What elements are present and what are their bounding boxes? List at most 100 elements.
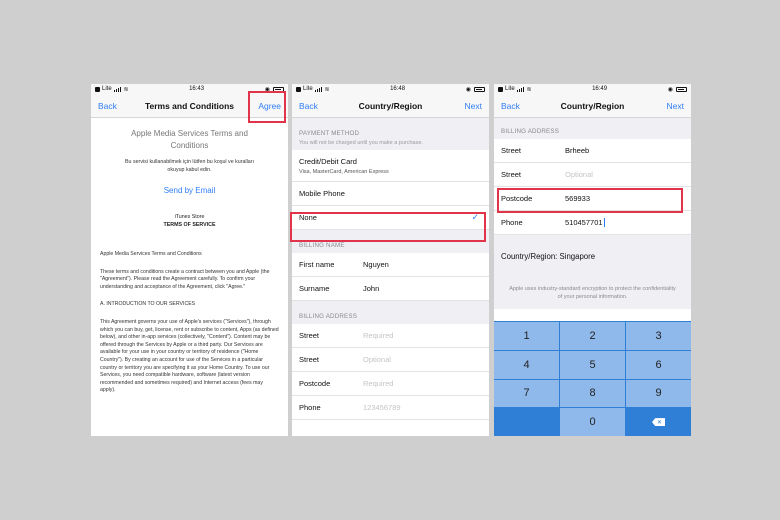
field-placeholder: Required [363,331,394,340]
field-label: Street [501,146,522,155]
battery-icon [675,86,687,92]
first-name-field[interactable]: First name Nguyen [292,253,489,277]
field-placeholder: Required [363,379,394,388]
postcode-field[interactable]: Postcode Required [292,372,489,396]
terms-paragraph: This Agreement governs your use of Apple… [100,318,279,394]
field-label: Postcode [299,379,331,388]
billing-address-screen: Lite ≋ 16:49 ◉ Back Country/Region Next … [494,84,691,436]
option-label: Mobile Phone [299,189,345,198]
signal-icon [113,86,122,92]
terms-paragraph: These terms and conditions create a cont… [100,268,270,290]
key-5[interactable]: 5 [560,350,625,379]
street2-field[interactable]: Street Optional [292,348,489,372]
store-line-1: iTunes Store [174,214,205,220]
option-label: Credit/Debit Card [299,156,357,166]
field-placeholder: Optional [565,170,593,179]
key-0[interactable]: 0 [560,408,625,436]
street-field[interactable]: Street Required [292,324,489,348]
page-title: Country/Region [560,100,625,111]
section-title: PAYMENT METHOD [299,130,360,137]
store-title: iTunes Store TERMS OF SERVICE [100,213,279,229]
terms-heading: Apple Media Services Terms and Condition… [131,129,248,150]
option-sublabel: Visa, MasterCard, American Express [299,168,389,175]
status-time: 16:49 [592,86,608,92]
key-3[interactable]: 3 [626,322,691,350]
signal-icon [314,86,323,92]
next-button[interactable]: Next [465,101,482,111]
phone-field[interactable]: Phone 123456789 [292,396,489,420]
payment-option-mobile-phone[interactable]: Mobile Phone [292,182,489,206]
key-2[interactable]: 2 [560,322,625,350]
key-7[interactable]: 7 [494,379,559,408]
field-placeholder: Optional [363,355,391,364]
send-by-email-link[interactable]: Send by Email [100,186,279,195]
field-label: Surname [299,284,330,293]
surname-field[interactable]: Surname John [292,277,489,301]
lock-rotation-icon: ◉ [667,86,673,93]
field-value: 510457701 [565,218,603,227]
wifi-icon: ≋ [324,86,330,93]
status-time: 16:48 [390,86,406,92]
highlight-agree [248,91,286,123]
field-label: Phone [299,403,321,412]
back-button[interactable]: Back [299,101,318,111]
street2-field[interactable]: Street Optional [494,163,691,187]
terms-content[interactable]: Apple Media Services Terms and Condition… [91,118,288,405]
carrier-label: Lite [303,86,313,92]
field-value: John [363,284,380,293]
field-label: Street [299,331,320,340]
wifi-icon: ≋ [526,86,532,93]
status-bar: Lite ≋ 16:48 ◉ [292,84,489,94]
back-button[interactable]: Back [501,101,520,111]
store-line-2: TERMS OF SERVICE [163,222,216,228]
carrier-logo-icon [296,86,301,92]
field-label: Phone [501,218,523,227]
field-label: First name [299,260,335,269]
key-8[interactable]: 8 [560,379,625,408]
key-blank [494,408,559,436]
field-placeholder: 123456789 [363,403,401,412]
nav-bar: Back Country/Region Next [494,94,691,118]
field-label: Street [501,170,522,179]
encryption-note: Apple uses industry-standard encryption … [494,277,691,309]
payment-option-credit-card[interactable]: Credit/Debit Card Visa, MasterCard, Amer… [292,150,489,182]
key-1[interactable]: 1 [494,322,559,350]
delete-key[interactable]: ✕ [626,408,691,436]
carrier-logo-icon [498,86,503,92]
field-value: Nguyen [363,260,389,269]
terms-paragraph: A. INTRODUCTION TO OUR SERVICES [100,301,196,308]
payment-method-header: PAYMENT METHOD You will not be charged u… [292,118,489,150]
highlight-postcode [497,188,683,213]
key-4[interactable]: 4 [494,350,559,379]
highlight-none-option [290,212,486,242]
nav-bar: Back Country/Region Next [292,94,489,118]
field-label: Street [299,355,320,364]
key-6[interactable]: 6 [626,350,691,379]
field-value: Brheeb [565,146,590,155]
text-cursor [603,218,605,227]
status-bar: Lite ≋ 16:49 ◉ [494,84,691,94]
terms-instruction: Bu servisi kullanabilmek için lütfen bu … [125,159,254,173]
wifi-icon: ≋ [123,86,129,93]
status-time: 16:43 [189,86,205,92]
numeric-keypad: 1 2 3 4 5 6 7 8 9 0 ✕ [494,321,691,436]
next-button[interactable]: Next [667,101,684,111]
payment-screen: Lite ≋ 16:48 ◉ Back Country/Region Next … [292,84,489,436]
page-title: Country/Region [358,100,423,111]
phone-field[interactable]: Phone 510457701 [494,211,691,235]
carrier-label: Lite [505,86,515,92]
carrier-logo-icon [95,86,100,92]
lock-rotation-icon: ◉ [465,86,471,93]
key-9[interactable]: 9 [626,379,691,408]
carrier-label: Lite [102,86,112,92]
billing-address-header: BILLING ADDRESS [494,118,691,139]
section-subtitle: You will not be charged until you make a… [299,140,423,146]
signal-icon [516,86,525,92]
country-region-row[interactable]: Country/Region: Singapore [494,235,691,277]
terms-paragraph: Apple Media Services Terms and Condition… [100,251,202,257]
street-field[interactable]: Street Brheeb [494,139,691,163]
back-button[interactable]: Back [98,101,117,111]
backspace-icon: ✕ [652,418,665,427]
battery-icon [473,86,485,92]
billing-address-header: BILLING ADDRESS [292,301,489,324]
